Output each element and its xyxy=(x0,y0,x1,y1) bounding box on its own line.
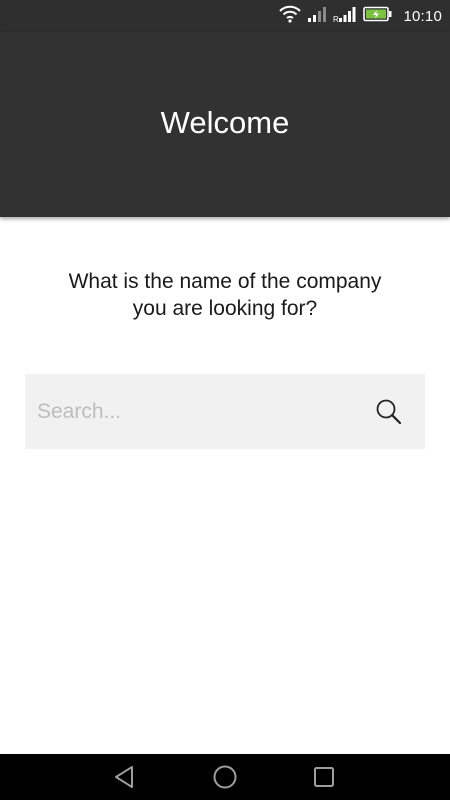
search-box xyxy=(25,374,425,449)
search-icon xyxy=(375,399,403,429)
status-bar: R 10:10 xyxy=(0,0,450,32)
recents-button[interactable] xyxy=(309,762,339,792)
app-bar: Welcome xyxy=(0,32,450,217)
search-prompt: What is the name of the company you are … xyxy=(68,270,382,320)
navigation-bar xyxy=(0,754,450,800)
back-button[interactable] xyxy=(110,762,140,792)
battery-charging-icon xyxy=(363,6,393,27)
page-title: Welcome xyxy=(160,104,290,140)
search-input[interactable] xyxy=(25,374,365,449)
back-icon xyxy=(110,766,140,795)
home-icon xyxy=(210,765,240,795)
svg-text:R: R xyxy=(333,15,339,23)
screen: R 10:10 Welcome What is the name of the … xyxy=(0,0,450,800)
wifi-icon xyxy=(279,5,302,28)
signal-icon xyxy=(307,5,327,28)
search-button[interactable] xyxy=(375,398,403,426)
home-button[interactable] xyxy=(210,762,240,792)
signal-roaming-icon: R xyxy=(333,5,357,28)
status-icons: R 10:10 xyxy=(279,5,442,27)
status-time: 10:10 xyxy=(403,7,442,25)
recents-icon xyxy=(309,767,339,795)
